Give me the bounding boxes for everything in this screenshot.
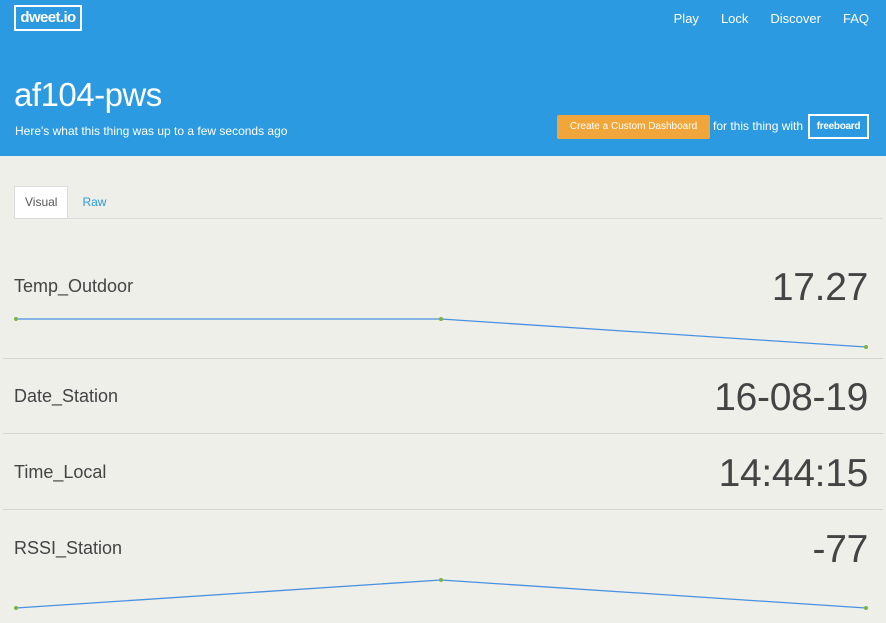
nav-play[interactable]: Play bbox=[674, 11, 699, 26]
row-label-time-local: Time_Local bbox=[14, 462, 107, 482]
sparkline-rssi-station bbox=[14, 578, 868, 610]
top-nav: Play Lock Discover FAQ bbox=[652, 11, 869, 26]
sparkline-path bbox=[15, 579, 867, 609]
row-label-rssi-station: RSSI_Station bbox=[14, 538, 123, 558]
row-value-time-local: 14:44:15 bbox=[718, 452, 869, 495]
sparkline-point bbox=[439, 317, 443, 321]
sparkline-point bbox=[864, 345, 868, 349]
nav-discover[interactable]: Discover bbox=[770, 11, 821, 26]
dweetio-logo[interactable]: dweet.io bbox=[14, 5, 82, 31]
sparkline-temp-outdoor bbox=[14, 317, 868, 349]
page-title: af104-pws bbox=[14, 76, 162, 113]
row-divider bbox=[3, 509, 883, 510]
row-label-temp-outdoor: Temp_Outdoor bbox=[14, 276, 134, 296]
row-label-date-station: Date_Station bbox=[14, 386, 119, 406]
tab-visual[interactable]: Visual bbox=[14, 186, 69, 218]
sparkline-path bbox=[16, 318, 867, 348]
row-divider bbox=[3, 433, 883, 434]
page-subtitle: Here's what this thing was up to a few s… bbox=[15, 124, 288, 138]
sparkline-point bbox=[864, 606, 868, 610]
row-value-rssi-station: -77 bbox=[812, 528, 869, 571]
nav-faq[interactable]: FAQ bbox=[843, 11, 869, 26]
tab-divider bbox=[14, 218, 883, 219]
sparkline-point bbox=[14, 317, 18, 321]
nav-lock[interactable]: Lock bbox=[721, 11, 748, 26]
sparkline-point bbox=[439, 578, 443, 582]
view-tabs: Visual Raw bbox=[14, 186, 116, 218]
freeboard-button[interactable]: freeboard bbox=[808, 114, 869, 139]
row-value-date-station: 16-08-19 bbox=[714, 376, 868, 419]
tab-raw[interactable]: Raw bbox=[68, 186, 116, 218]
header-bar: dweet.io Play Lock Discover FAQ af104-pw… bbox=[0, 0, 886, 156]
sparkline-point bbox=[14, 606, 18, 610]
row-divider bbox=[3, 358, 883, 359]
row-value-temp-outdoor: 17.27 bbox=[771, 266, 868, 309]
for-thing-text: for this thing with bbox=[713, 119, 804, 133]
create-dashboard-button[interactable]: Create a Custom Dashboard bbox=[557, 115, 710, 139]
